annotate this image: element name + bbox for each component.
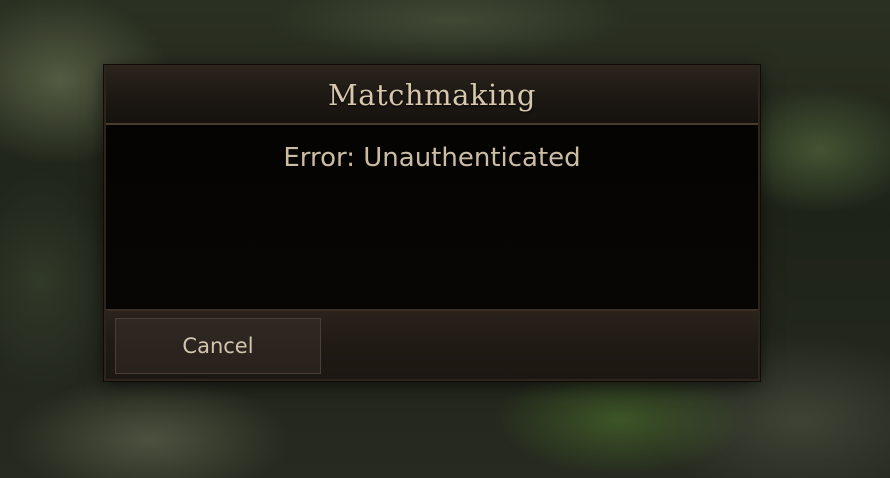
matchmaking-dialog: Matchmaking Error: Unauthenticated Cance… <box>104 65 760 381</box>
game-background-scene: Matchmaking Error: Unauthenticated Cance… <box>0 0 890 478</box>
dialog-footer: Cancel <box>106 309 758 379</box>
error-message: Error: Unauthenticated <box>283 143 581 173</box>
cancel-button-label: Cancel <box>182 334 254 358</box>
dialog-header: Matchmaking <box>106 67 758 125</box>
cancel-button[interactable]: Cancel <box>115 318 321 374</box>
dialog-body: Error: Unauthenticated <box>106 125 758 309</box>
dialog-title: Matchmaking <box>328 78 536 112</box>
